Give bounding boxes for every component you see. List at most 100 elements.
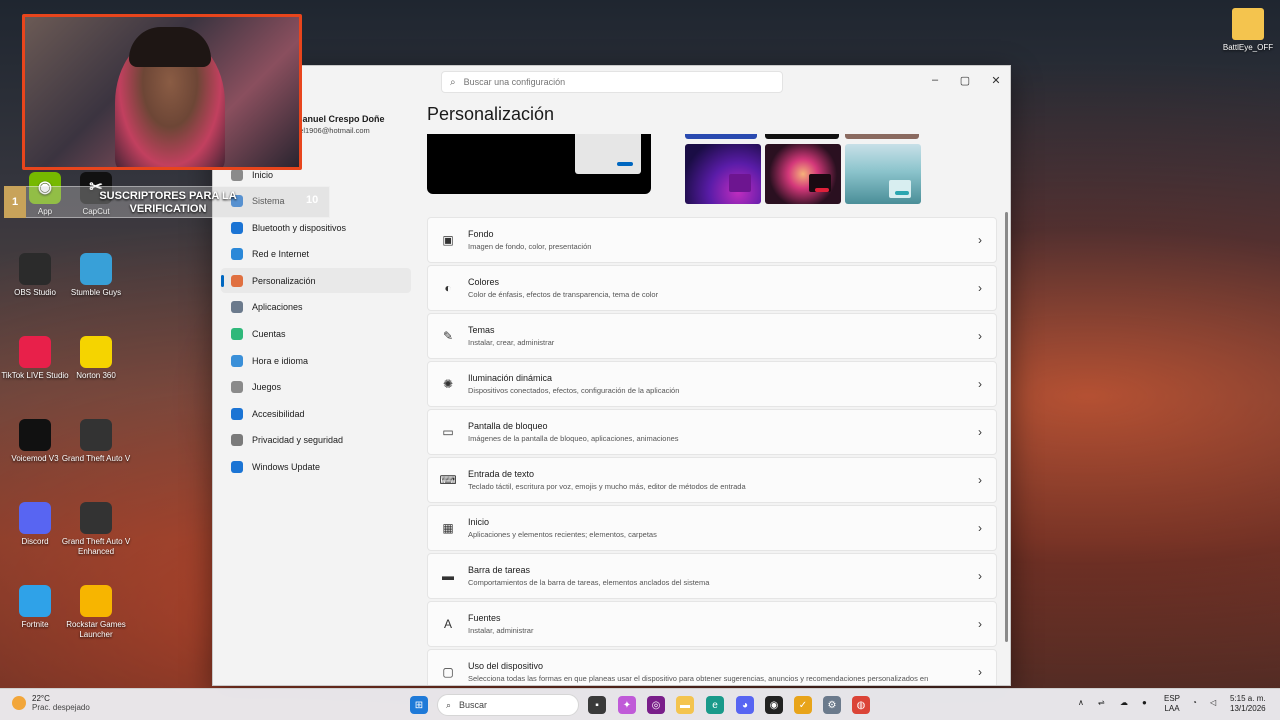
image-icon: ▣: [442, 233, 454, 247]
chevron-right-icon: ›: [978, 329, 982, 343]
card-title: Iluminación dinámica: [468, 373, 553, 383]
file-explorer-icon[interactable]: ▬: [676, 696, 694, 714]
card-description: Imágenes de la pantalla de bloqueo, apli…: [468, 434, 679, 443]
desktop-icon[interactable]: Fortnite: [0, 585, 70, 630]
sidebar-item[interactable]: Personalización: [221, 268, 411, 294]
sidebar-item[interactable]: Hora e idioma: [221, 348, 411, 373]
desktop-icon[interactable]: Stumble Guys: [61, 253, 131, 298]
network-icon: [231, 248, 243, 261]
app-icon[interactable]: ◎: [647, 696, 665, 714]
chevron-up-icon[interactable]: ∧: [1078, 698, 1084, 708]
desktop-icon[interactable]: Norton 360: [61, 336, 131, 381]
card-title: Barra de tareas: [468, 565, 531, 575]
accessibility-icon: [231, 407, 243, 420]
sidebar-item-label: Windows Update: [252, 462, 321, 473]
settings-card[interactable]: ▬ Barra de tareas Comportamientos de la ba…: [427, 553, 997, 599]
theme-thumbnail[interactable]: [685, 144, 761, 204]
network-tray-icon[interactable]: ⇌: [1098, 698, 1105, 708]
desktop-icon-battleye[interactable]: BattlEye_OFF: [1213, 8, 1280, 53]
sidebar-item-label: Accesibilidad: [252, 408, 305, 419]
desktop-icon[interactable]: Voicemod V3: [0, 419, 70, 464]
copilot-icon[interactable]: ✦: [618, 696, 636, 714]
sidebar-item[interactable]: Accesibilidad: [221, 401, 411, 426]
sidebar-item[interactable]: Windows Update: [221, 455, 411, 480]
desktop-icon[interactable]: TikTok LIVE Studio: [0, 336, 70, 381]
account-icon: [231, 328, 243, 341]
obs-icon: [19, 253, 51, 285]
settings-taskbar-icon[interactable]: ⚙: [823, 696, 841, 714]
desktop-icon[interactable]: OBS Studio: [0, 253, 70, 298]
card-description: Instalar, crear, administrar: [468, 338, 555, 347]
mic-icon[interactable]: ●: [1142, 698, 1147, 708]
task-view-icon[interactable]: ▪: [588, 696, 606, 714]
update-icon: [231, 461, 243, 474]
card-title: Inicio: [468, 517, 490, 527]
scrollbar[interactable]: [1005, 212, 1008, 642]
palette-icon: ◐: [444, 281, 452, 295]
lock-screen-icon: ▭: [442, 425, 454, 439]
cloud-icon[interactable]: ☁: [1120, 698, 1128, 708]
sidebar-item-label: Hora e idioma: [252, 355, 309, 366]
close-button[interactable]: ✕: [981, 70, 1010, 90]
settings-card[interactable]: A Fuentes Instalar, administrar ›: [427, 601, 997, 647]
wifi-icon[interactable]: ◔: [1192, 698, 1197, 708]
chrome-icon[interactable]: ◍: [852, 696, 870, 714]
maximize-button[interactable]: ▢: [950, 70, 980, 90]
sidebar-item[interactable]: Red e Internet: [221, 242, 411, 267]
theme-thumbnail[interactable]: [845, 144, 921, 204]
settings-card[interactable]: ▦ Inicio Aplicaciones y elementos reciente…: [427, 505, 997, 551]
settings-card[interactable]: ⌨ Entrada de texto Teclado táctil, escritu…: [427, 457, 997, 503]
personalization-cards: ▣ Fondo Imagen de fondo, color, presentaci…: [427, 217, 997, 685]
sidebar-item[interactable]: Juegos: [221, 375, 411, 400]
sidebar-item[interactable]: Cuentas: [221, 322, 411, 347]
taskbar-icon: ▬: [442, 569, 454, 583]
sidebar-item-label: Personalización: [252, 275, 316, 286]
card-title: Fondo: [468, 229, 494, 239]
chevron-right-icon: ›: [978, 617, 982, 631]
pen-icon: ✎: [442, 329, 454, 343]
norton-taskbar-icon[interactable]: ✓: [794, 696, 812, 714]
clock[interactable]: 5:15 a. m. 13/1/2026: [1230, 694, 1266, 714]
chevron-right-icon: ›: [978, 281, 982, 295]
sidebar-item-label: Cuentas: [252, 329, 286, 340]
desktop-icon[interactable]: Discord: [0, 502, 70, 547]
chevron-right-icon: ›: [978, 425, 982, 439]
settings-card[interactable]: ▭ Pantalla de bloqueo Imágenes de la panta…: [427, 409, 997, 455]
theme-thumbnail[interactable]: [765, 144, 841, 204]
desktop-icon[interactable]: Grand Theft Auto V Enhanced: [61, 502, 131, 557]
discord-taskbar-icon[interactable]: ◕: [736, 696, 754, 714]
taskbar: 22°C Prac. despejado ⊞ ⌕ Buscar ▪ ✦ ◎ ▬ …: [0, 688, 1280, 720]
settings-card[interactable]: ◐ Colores Color de énfasis, efectos de tra…: [427, 265, 997, 311]
taskbar-search[interactable]: ⌕ Buscar: [437, 694, 579, 716]
fortnite-icon: [19, 585, 51, 617]
settings-card[interactable]: ✎ Temas Instalar, crear, administrar ›: [427, 313, 997, 359]
apps-icon: [231, 301, 243, 314]
obs-taskbar-icon[interactable]: ◉: [765, 696, 783, 714]
sidebar-item[interactable]: Aplicaciones: [221, 295, 411, 320]
sidebar-item[interactable]: Privacidad y seguridad: [221, 428, 411, 453]
desktop-icon[interactable]: Rockstar Games Launcher: [61, 585, 131, 640]
settings-card[interactable]: ▣ Fondo Imagen de fondo, color, presentaci…: [427, 217, 997, 263]
settings-search-input[interactable]: [463, 77, 754, 87]
card-description: Selecciona todas las formas en que plane…: [468, 674, 929, 683]
minimize-button[interactable]: –: [920, 70, 950, 90]
language-indicator[interactable]: ESP LAA: [1164, 694, 1180, 714]
weather-widget[interactable]: 22°C Prac. despejado: [12, 694, 90, 712]
voicemod-icon: [19, 419, 51, 451]
tiktok-icon: [19, 336, 51, 368]
card-description: Dispositivos conectados, efectos, config…: [468, 386, 680, 395]
sidebar-item-label: Juegos: [252, 382, 282, 393]
clock-globe-icon: [231, 354, 243, 367]
search-icon: ⌕: [446, 699, 452, 710]
settings-card[interactable]: ▢ Uso del dispositivo Selecciona todas las…: [427, 649, 997, 685]
settings-card[interactable]: ✺ Iluminación dinámica Dispositivos conect…: [427, 361, 997, 407]
volume-icon[interactable]: ◁: [1210, 698, 1216, 708]
card-description: Teclado táctil, escritura por voz, emoji…: [468, 482, 746, 491]
desktop-icon[interactable]: Grand Theft Auto V: [61, 419, 131, 464]
windows-start-icon[interactable]: ⊞: [410, 696, 428, 714]
card-title: Colores: [468, 277, 500, 287]
sidebar-item[interactable]: Bluetooth y dispositivos: [221, 215, 411, 240]
chevron-right-icon: ›: [978, 377, 982, 391]
edge-icon[interactable]: e: [706, 696, 724, 714]
settings-search[interactable]: ⌕: [441, 71, 783, 93]
